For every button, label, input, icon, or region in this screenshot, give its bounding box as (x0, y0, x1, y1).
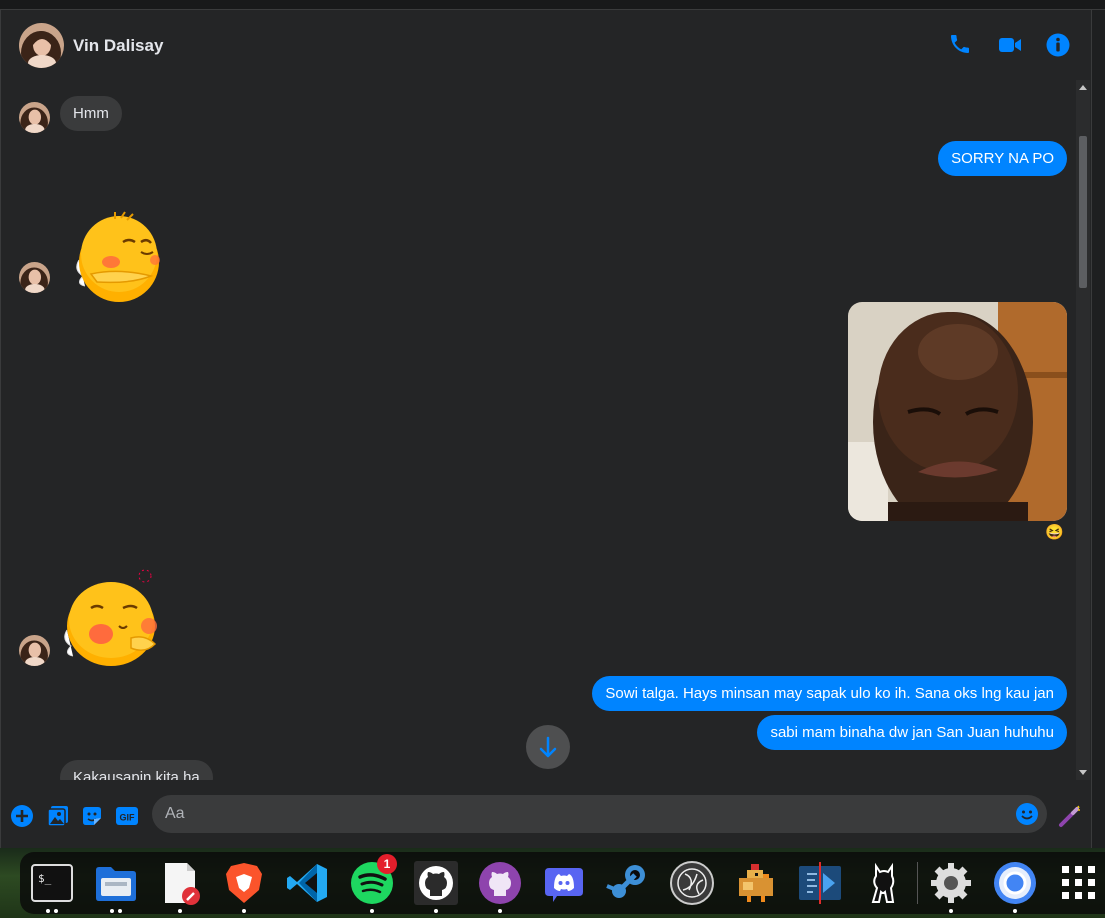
discord-icon[interactable] (541, 860, 587, 906)
message-bubble-outgoing[interactable]: SORRY NA PO (938, 141, 1067, 176)
top-bar (0, 0, 1105, 10)
message-bubble-incoming[interactable]: Hmm (60, 96, 122, 131)
message-list[interactable]: Hmm SORRY NA PO 😆 Sowi talga. Hays minsa… (1, 80, 1077, 780)
settings-gear-icon[interactable] (928, 860, 974, 913)
messenger-window: Vin Dalisay Hmm SORRY NA PO 😆 Sowi talga… (0, 10, 1092, 848)
emoji-icon[interactable] (1015, 802, 1039, 826)
crying-man-photo[interactable] (848, 302, 1067, 521)
app-grid-icon[interactable] (1056, 860, 1102, 906)
yellow-chick-pouting-sticker[interactable] (61, 568, 163, 668)
contact-avatar-small[interactable] (19, 635, 50, 666)
chat-scrollbar[interactable] (1076, 80, 1090, 780)
composer: GIF (1, 780, 1091, 848)
steam-icon[interactable] (605, 860, 651, 906)
github-icon[interactable] (413, 860, 459, 913)
brave-browser-icon[interactable] (221, 860, 267, 913)
add-icon[interactable] (10, 804, 34, 828)
message-input-container[interactable] (152, 795, 1047, 833)
magic-wand-icon[interactable] (1058, 804, 1082, 828)
gimp-icon[interactable] (861, 860, 907, 906)
phone-icon[interactable] (948, 32, 974, 58)
sticker-icon[interactable] (80, 804, 104, 828)
message-bubble-outgoing[interactable]: sabi mam binaha dw jan San Juan huhuhu (757, 715, 1067, 750)
reaction-emoji[interactable]: 😆 (1045, 523, 1064, 541)
photo-icon[interactable] (46, 804, 70, 828)
video-call-icon[interactable] (997, 32, 1023, 58)
gif-icon[interactable]: GIF (115, 804, 139, 828)
terminal-icon[interactable]: $_ (29, 860, 75, 913)
yellow-chick-arms-crossed-sticker[interactable] (71, 210, 163, 304)
dock: $_ 1 (0, 848, 1105, 918)
text-editor-icon[interactable] (157, 860, 203, 913)
notification-badge: 1 (377, 854, 397, 874)
files-icon[interactable] (93, 860, 139, 913)
scroll-down-arrow-icon[interactable] (1079, 770, 1087, 775)
obs-icon[interactable] (669, 860, 715, 906)
spotify-icon[interactable]: 1 (349, 854, 397, 913)
vscode-icon[interactable] (285, 860, 331, 906)
github-desktop-icon[interactable] (477, 860, 523, 913)
svg-text:$_: $_ (38, 872, 52, 885)
scroll-to-bottom-button[interactable] (526, 725, 570, 769)
contact-avatar-small[interactable] (19, 262, 50, 293)
contact-avatar-small[interactable] (19, 102, 50, 133)
chicken-game-icon[interactable] (733, 860, 779, 906)
svg-text:GIF: GIF (120, 813, 136, 823)
contact-name[interactable]: Vin Dalisay (73, 36, 163, 56)
scroll-up-arrow-icon[interactable] (1079, 85, 1087, 90)
kdenlive-icon[interactable] (797, 860, 843, 906)
desktop: Vin Dalisay Hmm SORRY NA PO 😆 Sowi talga… (0, 0, 1105, 918)
message-bubble-outgoing[interactable]: Sowi talga. Hays minsan may sapak ulo ko… (592, 676, 1067, 711)
info-icon[interactable] (1045, 32, 1071, 58)
dock-bar: $_ 1 (20, 852, 1105, 914)
chrome-icon[interactable] (992, 860, 1038, 913)
dock-separator (917, 862, 918, 904)
scrollbar-thumb[interactable] (1079, 136, 1087, 288)
message-input[interactable] (165, 795, 1005, 833)
contact-avatar[interactable] (19, 23, 64, 68)
message-bubble-incoming[interactable]: Kakausapin kita ha (60, 760, 213, 780)
chat-header: Vin Dalisay (1, 10, 1091, 80)
